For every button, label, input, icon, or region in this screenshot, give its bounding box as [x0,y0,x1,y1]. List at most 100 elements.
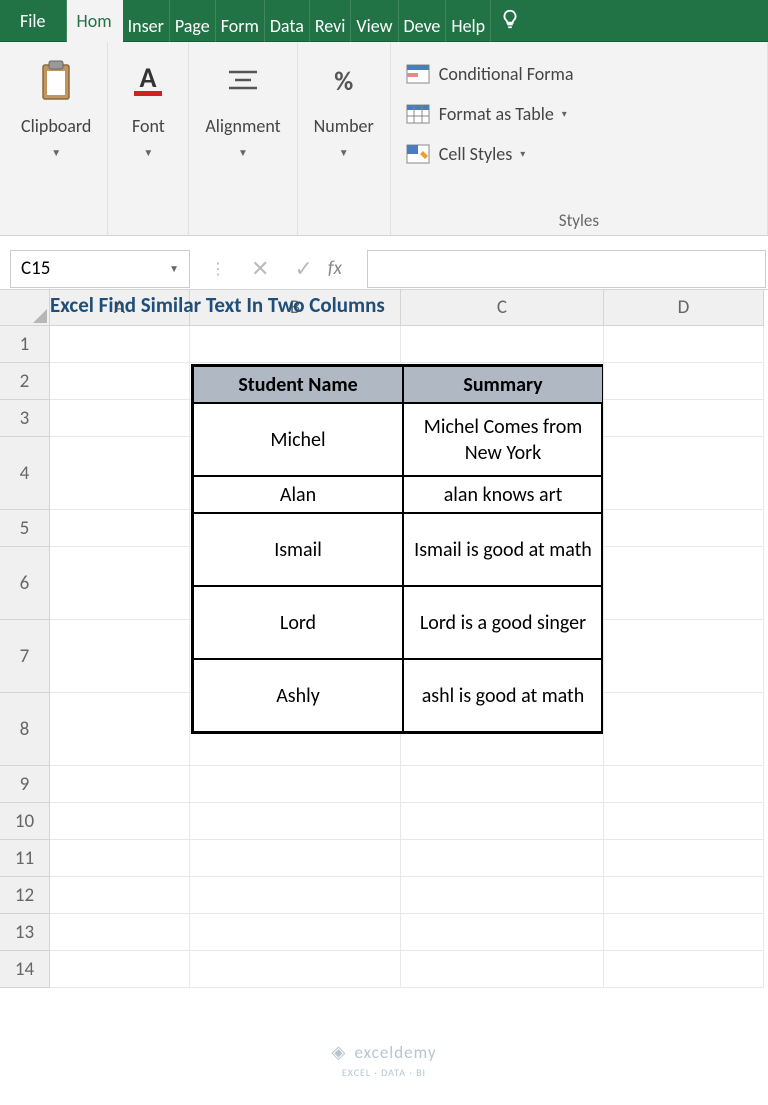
row-header-7[interactable]: 7 [0,620,50,693]
cell[interactable] [50,547,190,620]
table-cell-name[interactable]: Ashly [193,659,403,732]
tab-formulas[interactable]: Form [216,0,265,42]
cell[interactable] [50,437,190,510]
cell[interactable] [190,951,401,988]
row-header-10[interactable]: 10 [0,803,50,840]
table-header-summary[interactable]: Summary [403,366,603,403]
cell-styles-icon [405,143,431,165]
table-row: Ashlyashl is good at math [193,659,601,732]
cell[interactable] [401,803,604,840]
font-button[interactable]: A Font ▼ [116,52,180,164]
cell[interactable] [604,326,764,363]
cell[interactable] [604,803,764,840]
cell[interactable] [190,877,401,914]
cell[interactable] [604,693,764,766]
tab-page-layout[interactable]: Page [170,0,216,42]
cell[interactable] [401,914,604,951]
cell[interactable] [50,877,190,914]
cell[interactable] [190,326,401,363]
alignment-button[interactable]: Alignment ▼ [197,52,288,164]
paste-button[interactable]: Clipboard ▼ [13,52,99,164]
table-cell-summary[interactable]: Michel Comes from New York [403,403,603,476]
table-cell-name[interactable]: Lord [193,586,403,659]
table-header-name[interactable]: Student Name [193,366,403,403]
cell[interactable] [604,914,764,951]
cell[interactable] [50,914,190,951]
row-header-4[interactable]: 4 [0,437,50,510]
cell[interactable] [604,840,764,877]
tell-me-icon[interactable] [491,0,529,41]
row-header-9[interactable]: 9 [0,766,50,803]
cell-styles-button[interactable]: Cell Styles ▾ [401,137,578,171]
row-header-11[interactable]: 11 [0,840,50,877]
cell[interactable] [401,877,604,914]
table-cell-name[interactable]: Alan [193,476,403,513]
cell[interactable] [604,877,764,914]
chevron-down-icon: ▾ [520,147,525,160]
row-header-3[interactable]: 3 [0,400,50,437]
cell[interactable] [50,363,190,400]
cell[interactable] [401,326,604,363]
tab-view[interactable]: View [351,0,398,42]
cell[interactable] [50,693,190,766]
group-styles: Conditional Forma Format as Table ▾ Cell… [391,42,768,235]
conditional-format-button[interactable]: Conditional Forma [401,57,578,91]
cell[interactable] [50,803,190,840]
cell[interactable] [190,766,401,803]
tab-insert[interactable]: Inser [123,0,170,42]
select-all-button[interactable] [0,290,50,326]
tab-file[interactable]: File [0,0,67,42]
cell[interactable] [604,547,764,620]
cell[interactable] [50,951,190,988]
table-cell-summary[interactable]: ashl is good at math [403,659,603,732]
table-cell-name[interactable]: Ismail [193,513,403,586]
cell[interactable] [604,363,764,400]
table-cell-summary[interactable]: alan knows art [403,476,603,513]
fx-label[interactable]: fx [313,257,357,280]
cell[interactable] [50,840,190,877]
col-header-d[interactable]: D [604,290,764,326]
tab-developer[interactable]: Deve [399,0,447,42]
cell[interactable] [190,803,401,840]
row-header-2[interactable]: 2 [0,363,50,400]
cell[interactable] [604,510,764,547]
cell[interactable] [50,766,190,803]
cell[interactable] [50,326,190,363]
cell[interactable] [190,914,401,951]
row-header-8[interactable]: 8 [0,693,50,766]
tab-data[interactable]: Data [265,0,310,42]
cell[interactable] [604,400,764,437]
col-header-c[interactable]: C [401,290,604,326]
row-header-14[interactable]: 14 [0,951,50,988]
chevron-down-icon: ▼ [51,146,61,159]
cell[interactable] [604,766,764,803]
format-as-table-button[interactable]: Format as Table ▾ [401,97,578,131]
tab-home[interactable]: Hom [67,0,123,42]
table-cell-summary[interactable]: Lord is a good singer [403,586,603,659]
cell[interactable] [50,510,190,547]
row-header-1[interactable]: 1 [0,326,50,363]
cell[interactable] [50,620,190,693]
enter-icon[interactable]: ✓ [294,255,312,282]
cancel-icon[interactable]: ✕ [251,255,269,282]
chevron-down-icon[interactable]: ▼ [169,262,179,275]
cell[interactable] [604,620,764,693]
cell[interactable] [401,766,604,803]
table-cell-summary[interactable]: Ismail is good at math [403,513,603,586]
row-header-12[interactable]: 12 [0,877,50,914]
cell[interactable] [50,400,190,437]
cell[interactable] [190,840,401,877]
tab-review[interactable]: Revi [310,0,352,42]
cell[interactable] [401,951,604,988]
name-box[interactable]: C15 ▼ [10,250,190,288]
cell[interactable] [604,951,764,988]
row-header-5[interactable]: 5 [0,510,50,547]
cell[interactable] [604,437,764,510]
tab-help[interactable]: Help [446,0,491,42]
table-cell-name[interactable]: Michel [193,403,403,476]
number-button[interactable]: % Number ▼ [306,52,382,164]
cell[interactable] [401,840,604,877]
row-header-6[interactable]: 6 [0,547,50,620]
formula-input[interactable] [367,250,766,288]
row-header-13[interactable]: 13 [0,914,50,951]
